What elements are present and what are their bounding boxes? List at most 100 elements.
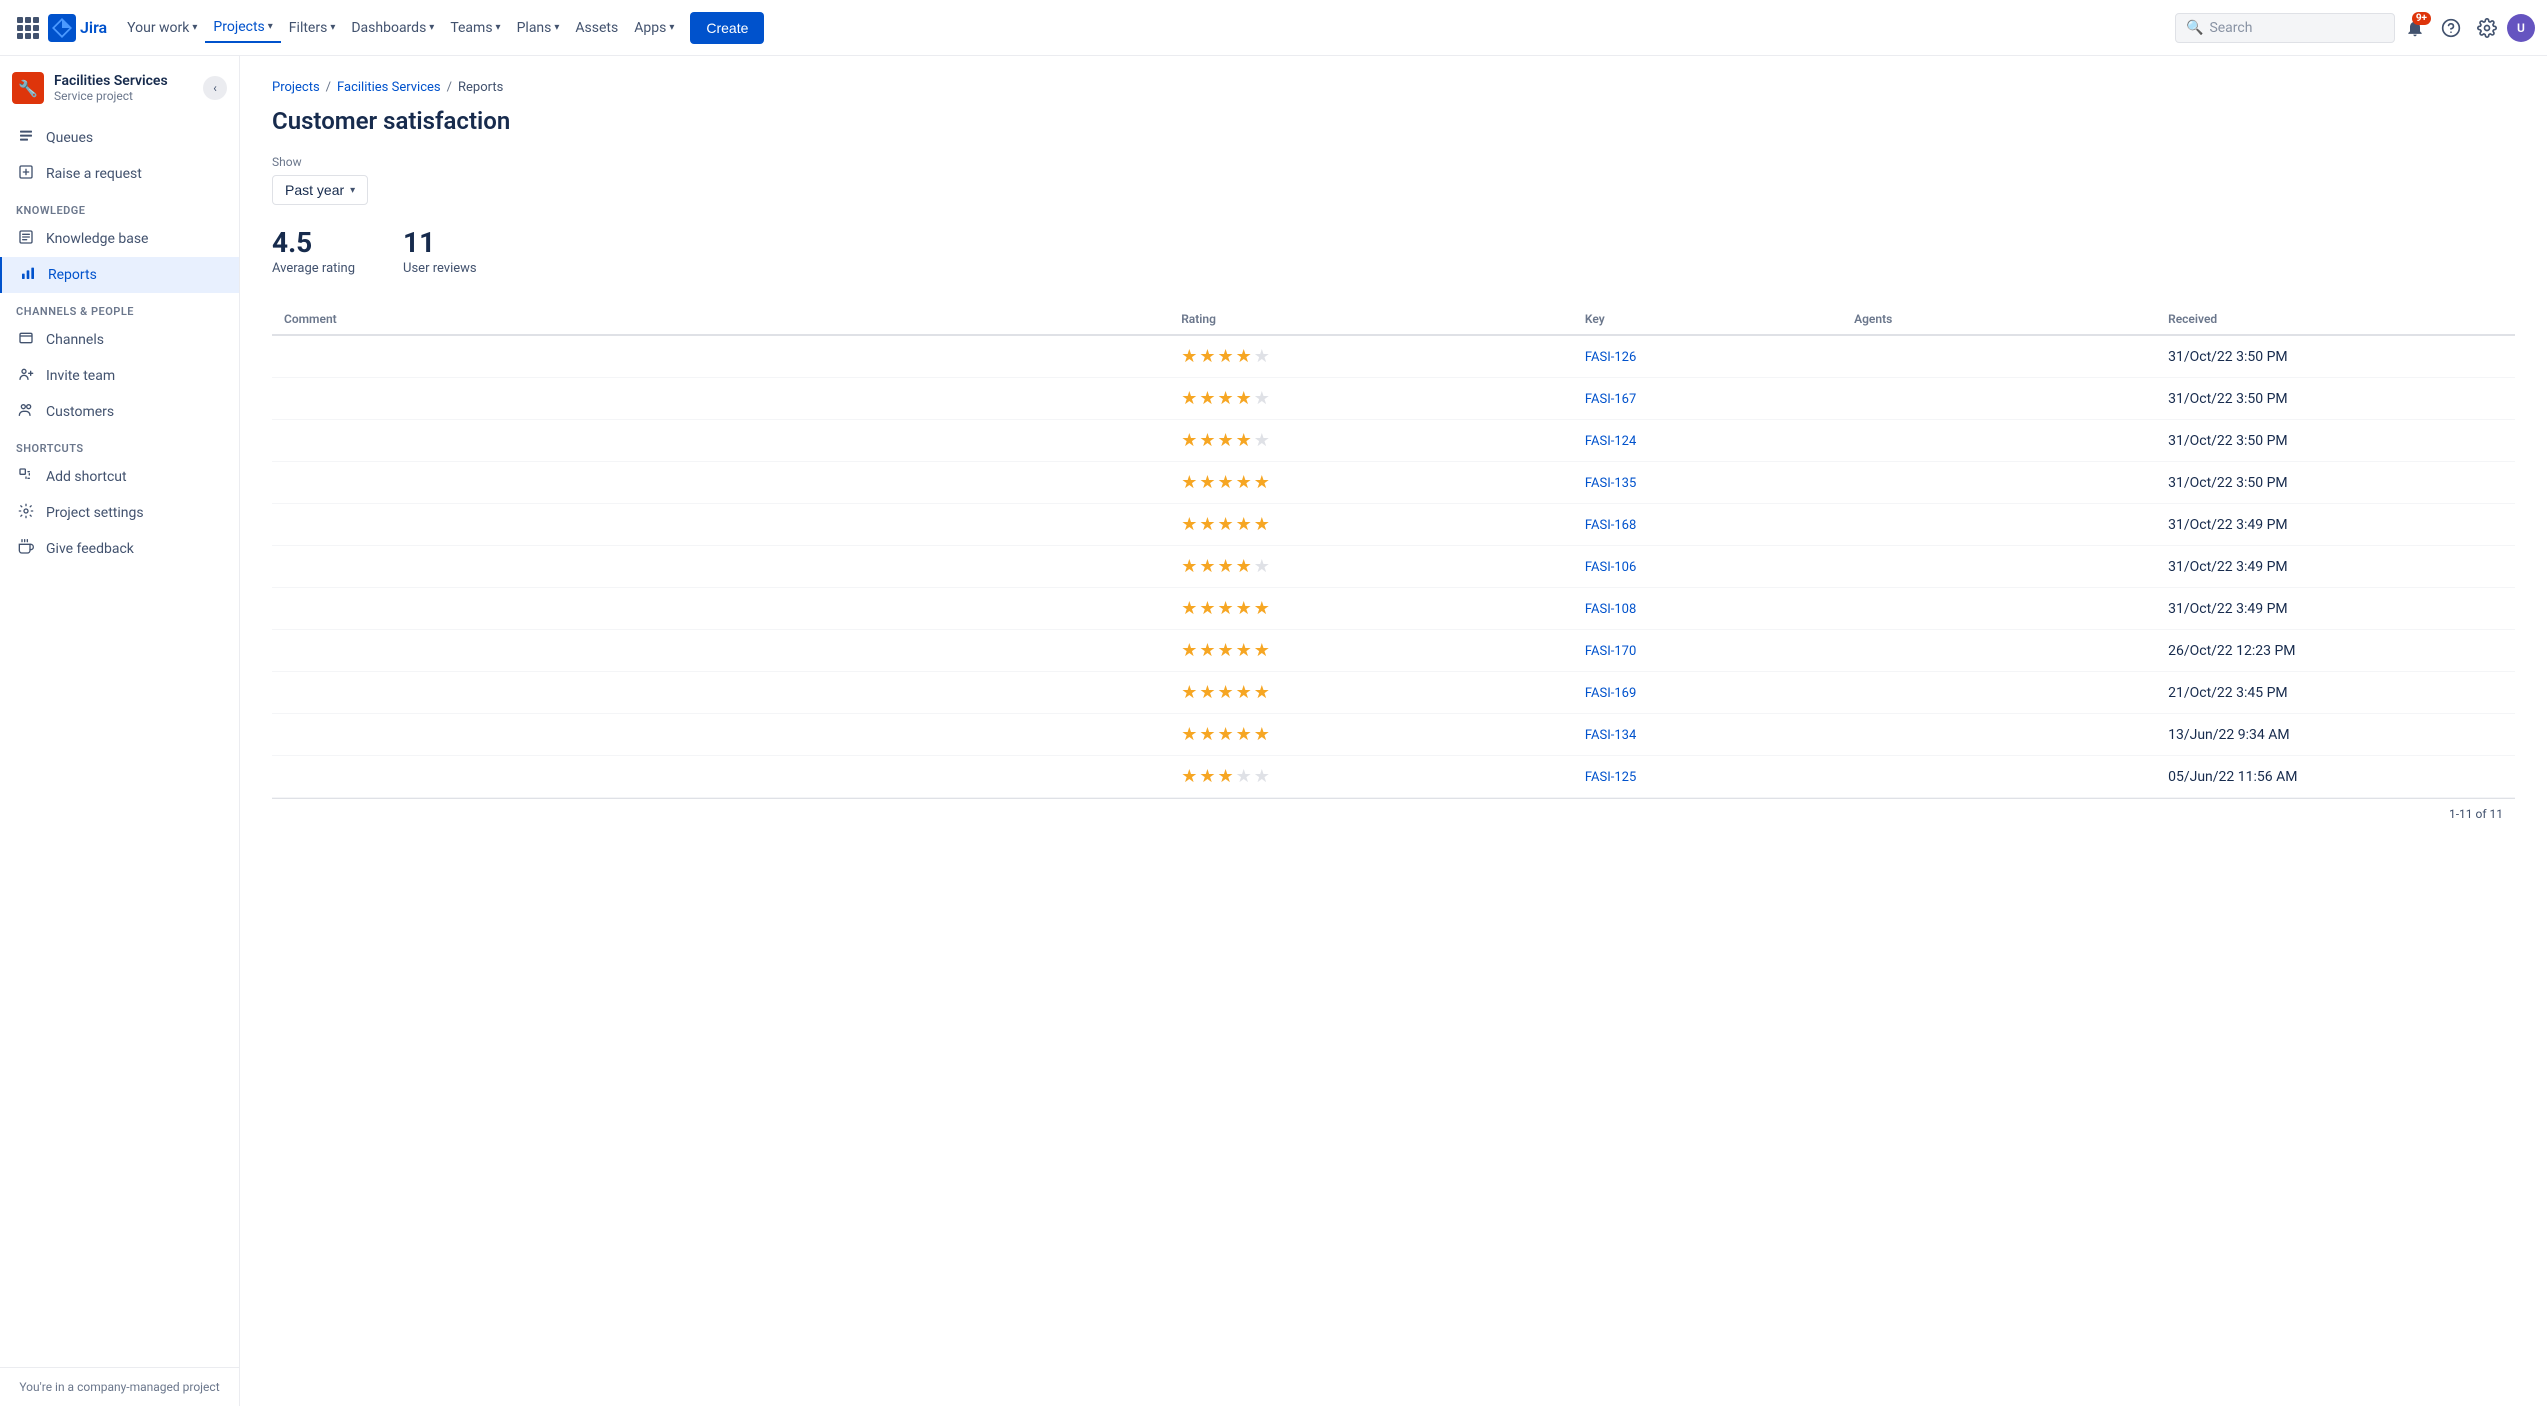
sidebar-item-reports[interactable]: Reports xyxy=(0,257,239,293)
chevron-icon: ▾ xyxy=(496,22,501,33)
filled-star: ★ xyxy=(1236,640,1252,661)
table-row: ★★★★★FASI-16731/Oct/22 3:50 PM xyxy=(272,378,2515,420)
issue-key-link[interactable]: FASI-106 xyxy=(1585,560,1636,575)
issue-key-link[interactable]: FASI-135 xyxy=(1585,476,1636,491)
nav-item-dashboards[interactable]: Dashboards▾ xyxy=(343,14,442,42)
nav-item-plans[interactable]: Plans▾ xyxy=(509,14,568,42)
cell-rating: ★★★★★ xyxy=(1169,672,1573,714)
cell-rating: ★★★★★ xyxy=(1169,588,1573,630)
cell-received: 31/Oct/22 3:50 PM xyxy=(2156,335,2515,378)
cell-agents xyxy=(1842,588,2156,630)
cell-key: FASI-169 xyxy=(1573,672,1842,714)
filled-star: ★ xyxy=(1254,514,1270,535)
sidebar-item-raise-a-request[interactable]: Raise a request xyxy=(0,156,239,192)
issue-key-link[interactable]: FASI-134 xyxy=(1585,728,1636,743)
col-header-comment: Comment xyxy=(272,304,1169,335)
filled-star: ★ xyxy=(1217,388,1233,409)
period-dropdown[interactable]: Past year ▾ xyxy=(272,175,368,205)
chevron-down-icon: ▾ xyxy=(350,185,355,196)
filled-star: ★ xyxy=(1181,472,1197,493)
table-header-row: Comment Rating Key Agents Received xyxy=(272,304,2515,335)
settings-button[interactable] xyxy=(2471,12,2503,44)
nav-label: Your work xyxy=(127,20,189,36)
issue-key-link[interactable]: FASI-169 xyxy=(1585,686,1636,701)
cell-comment xyxy=(272,672,1169,714)
filled-star: ★ xyxy=(1236,346,1252,367)
nav-item-assets[interactable]: Assets xyxy=(567,14,626,42)
issue-key-link[interactable]: FASI-126 xyxy=(1585,350,1636,365)
empty-star: ★ xyxy=(1254,766,1270,787)
issue-key-link[interactable]: FASI-108 xyxy=(1585,602,1636,617)
cell-key: FASI-168 xyxy=(1573,504,1842,546)
grid-menu-button[interactable] xyxy=(12,12,44,44)
nav-item-projects[interactable]: Projects▾ xyxy=(205,13,280,43)
help-button[interactable] xyxy=(2435,12,2467,44)
cell-agents xyxy=(1842,420,2156,462)
sidebar-item-project-settings[interactable]: Project settings xyxy=(0,495,239,531)
cell-received: 31/Oct/22 3:50 PM xyxy=(2156,462,2515,504)
col-header-rating: Rating xyxy=(1169,304,1573,335)
table-row: ★★★★★ FASI-108 31/Oct/22 3:49 PM xyxy=(272,588,2515,630)
filled-star: ★ xyxy=(1181,388,1197,409)
sidebar-item-label: Invite team xyxy=(46,368,115,384)
sidebar-item-add-shortcut[interactable]: Add shortcut xyxy=(0,459,239,495)
issue-key-link[interactable]: FASI-125 xyxy=(1585,770,1636,785)
filled-star: ★ xyxy=(1199,430,1215,451)
cell-key: FASI-124 xyxy=(1573,420,1842,462)
filled-star: ★ xyxy=(1217,640,1233,661)
nav-item-teams[interactable]: Teams ▾ xyxy=(442,14,508,42)
filled-star: ★ xyxy=(1236,682,1252,703)
star-rating: ★★★★★ xyxy=(1181,766,1561,787)
cell-received: 31/Oct/22 3:49 PM xyxy=(2156,588,2515,630)
issue-key-link[interactable]: FASI-124 xyxy=(1585,434,1636,449)
top-nav: Jira Your work▾Projects▾Filters▾Dashboar… xyxy=(0,0,2547,56)
sidebar-item-label: Add shortcut xyxy=(46,469,127,485)
show-section: Show Past year ▾ xyxy=(272,155,2515,205)
jira-logo[interactable]: Jira xyxy=(48,14,107,42)
sidebar-item-knowledge-base[interactable]: Knowledge base xyxy=(0,221,239,257)
search-box[interactable]: 🔍 Search xyxy=(2175,13,2395,43)
sidebar-item-label: Project settings xyxy=(46,505,144,521)
sidebar-item-label: Knowledge base xyxy=(46,231,148,247)
breadcrumb-projects[interactable]: Projects xyxy=(272,80,320,95)
filled-star: ★ xyxy=(1254,724,1270,745)
sidebar-item-give-feedback[interactable]: Give feedback xyxy=(0,531,239,567)
filled-star: ★ xyxy=(1217,724,1233,745)
col-header-agents: Agents xyxy=(1842,304,2156,335)
sidebar-item-queues[interactable]: Queues xyxy=(0,120,239,156)
cell-rating: ★★★★★ xyxy=(1169,335,1573,378)
breadcrumb-facilities[interactable]: Facilities Services xyxy=(337,80,441,95)
table-row: ★★★★★FASI-12431/Oct/22 3:50 PM xyxy=(272,420,2515,462)
jira-logo-icon xyxy=(48,14,76,42)
cell-comment xyxy=(272,756,1169,798)
sidebar-item-invite-team[interactable]: Invite team xyxy=(0,358,239,394)
period-value: Past year xyxy=(285,182,344,198)
issue-key-link[interactable]: FASI-167 xyxy=(1585,392,1636,407)
cell-comment xyxy=(272,588,1169,630)
user-avatar[interactable]: U xyxy=(2507,14,2535,42)
cell-agents xyxy=(1842,630,2156,672)
nav-label: Plans xyxy=(517,20,552,36)
table-row: ★★★★★FASI-17026/Oct/22 12:23 PM xyxy=(272,630,2515,672)
nav-item-your-work[interactable]: Your work▾ xyxy=(119,14,205,42)
nav-item-apps[interactable]: Apps▾ xyxy=(626,14,682,42)
issue-key-link[interactable]: FASI-170 xyxy=(1585,644,1636,659)
cell-comment xyxy=(272,630,1169,672)
nav-label: Teams xyxy=(450,20,492,36)
settings-icon xyxy=(16,503,36,523)
sidebar-item-channels[interactable]: Channels xyxy=(0,322,239,358)
create-button[interactable]: Create xyxy=(690,12,764,44)
notifications-button[interactable]: 9+ xyxy=(2399,12,2431,44)
filled-star: ★ xyxy=(1254,472,1270,493)
sidebar: 🔧 Facilities Services Service project ‹ … xyxy=(0,56,240,1406)
show-label: Show xyxy=(272,155,2515,169)
sidebar-item-customers[interactable]: Customers xyxy=(0,394,239,430)
issue-key-link[interactable]: FASI-168 xyxy=(1585,518,1636,533)
nav-item-filters[interactable]: Filters▾ xyxy=(281,14,344,42)
sidebar-collapse-button[interactable]: ‹ xyxy=(203,76,227,100)
filled-star: ★ xyxy=(1181,346,1197,367)
filled-star: ★ xyxy=(1181,598,1197,619)
empty-star: ★ xyxy=(1236,766,1252,787)
reviews-table-body: ★★★★★FASI-12631/Oct/22 3:50 PM★★★★★FASI-… xyxy=(272,335,2515,798)
kb-icon xyxy=(16,229,36,249)
